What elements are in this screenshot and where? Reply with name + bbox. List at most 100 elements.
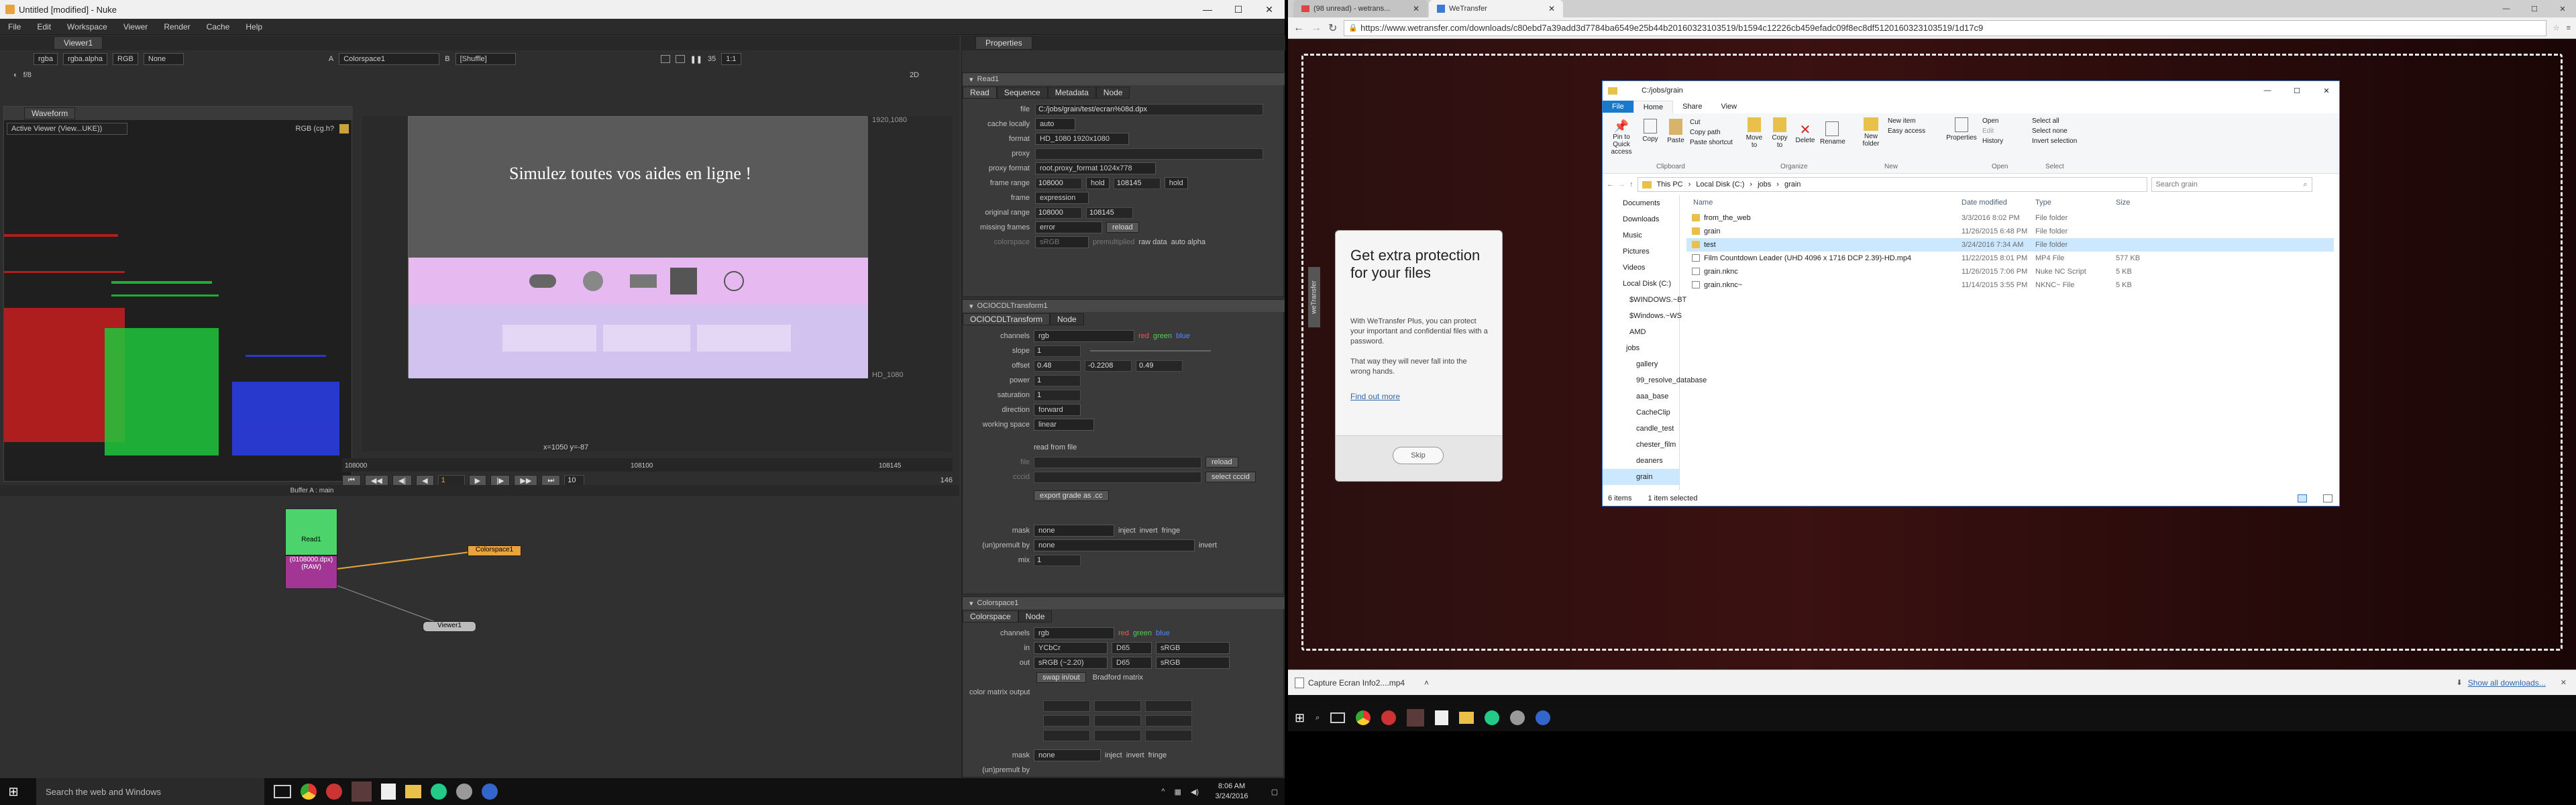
missing-frames-dropdown[interactable]: error bbox=[1035, 221, 1102, 233]
fps-input[interactable]: 10 bbox=[564, 474, 585, 486]
explorer-search[interactable]: Search grain ⌕ bbox=[2151, 177, 2312, 192]
red-checkbox[interactable]: red bbox=[1138, 332, 1149, 340]
slope-input[interactable]: 1 bbox=[1034, 345, 1081, 357]
details-view-icon[interactable] bbox=[2298, 494, 2307, 502]
play-back-button[interactable]: ◀ bbox=[416, 474, 434, 486]
cs-channels-dropdown[interactable]: rgb bbox=[1034, 627, 1114, 639]
direction-dropdown[interactable]: forward bbox=[1034, 404, 1081, 416]
new-folder-button[interactable]: New folder bbox=[1858, 117, 1884, 148]
path-grain[interactable]: grain bbox=[1784, 180, 1801, 189]
mask-dropdown[interactable]: none bbox=[1034, 525, 1114, 537]
nav-pictures[interactable]: Pictures bbox=[1603, 244, 1679, 260]
matrix-cell[interactable] bbox=[1043, 730, 1090, 741]
cs-mask-dropdown[interactable]: none bbox=[1034, 749, 1101, 761]
explorer-taskbar-icon[interactable] bbox=[1459, 712, 1474, 724]
display-channel-dropdown[interactable]: RGB bbox=[113, 53, 138, 65]
wt-side-tab[interactable]: weTransfer bbox=[1308, 267, 1320, 327]
minimize-button[interactable]: — bbox=[1192, 4, 1223, 15]
maximize-button[interactable]: ☐ bbox=[2521, 5, 2548, 13]
tab-read[interactable]: Read bbox=[963, 87, 997, 99]
select-none-button[interactable]: Select none bbox=[2032, 126, 2077, 136]
new-item-button[interactable]: New item bbox=[1888, 116, 1925, 126]
green-checkbox[interactable]: green bbox=[1153, 332, 1172, 340]
tab-close-icon[interactable]: ✕ bbox=[1413, 4, 1419, 13]
chrome-taskbar-icon[interactable] bbox=[301, 784, 317, 800]
cam-app-taskbar-icon[interactable] bbox=[1510, 710, 1525, 725]
cache-dropdown[interactable]: auto bbox=[1035, 118, 1075, 130]
blue-checkbox[interactable]: blue bbox=[1156, 629, 1170, 637]
nuke-taskbar-icon[interactable] bbox=[1407, 709, 1425, 727]
easy-access-button[interactable]: Easy access bbox=[1888, 126, 1925, 136]
skip-button[interactable]: Skip bbox=[1393, 447, 1444, 464]
task-view-icon[interactable] bbox=[1330, 712, 1346, 723]
view-mode[interactable]: 2D bbox=[910, 71, 919, 79]
tab-properties[interactable]: Properties bbox=[975, 36, 1032, 50]
path-local-disk[interactable]: Local Disk (C:) bbox=[1696, 180, 1744, 189]
input-b-dropdown[interactable]: [Shuffle] bbox=[455, 53, 516, 65]
working-space-dropdown[interactable]: linear bbox=[1034, 419, 1094, 431]
orig-end-input[interactable]: 108145 bbox=[1086, 207, 1133, 219]
tab-close-icon[interactable]: ✕ bbox=[1548, 4, 1555, 13]
path-jobs[interactable]: jobs bbox=[1758, 180, 1771, 189]
power-input[interactable]: 1 bbox=[1034, 374, 1081, 386]
nav-candle-test[interactable]: candle_test bbox=[1603, 421, 1679, 437]
delete-button[interactable]: ✕ Delete bbox=[1794, 122, 1816, 145]
invert-checkbox[interactable]: invert bbox=[1140, 527, 1158, 535]
file-input[interactable]: C:/jobs/grain/test/ecran%08d.dpx bbox=[1035, 103, 1263, 115]
open-button[interactable]: Open bbox=[1982, 116, 2003, 126]
alpha-dropdown[interactable]: rgba.alpha bbox=[63, 53, 108, 65]
reload-button[interactable]: reload bbox=[1106, 222, 1139, 233]
back-icon[interactable]: ← bbox=[1293, 22, 1304, 34]
nav-aaa-base[interactable]: aaa_base bbox=[1603, 388, 1679, 405]
export-grade-button[interactable]: export grade as .cc bbox=[1034, 490, 1109, 501]
play-button[interactable]: ▶ bbox=[468, 474, 487, 486]
pin-quick-access[interactable]: 📌 Pin to Quick access bbox=[1607, 119, 1636, 156]
orig-start-input[interactable]: 108000 bbox=[1035, 207, 1082, 219]
search-icon[interactable]: ⌕ bbox=[1316, 714, 1320, 722]
frame-value[interactable]: 35 bbox=[708, 55, 716, 63]
invert-selection-button[interactable]: Invert selection bbox=[2032, 136, 2077, 146]
fringe-checkbox[interactable]: fringe bbox=[1162, 527, 1181, 535]
next-key-button[interactable]: ▶▶ bbox=[514, 474, 538, 486]
format-dropdown[interactable]: HD_1080 1920x1080 bbox=[1035, 133, 1129, 145]
show-all-downloads-link[interactable]: Show all downloads... bbox=[2468, 678, 2546, 688]
roi-icon[interactable] bbox=[660, 55, 670, 63]
notifications-icon[interactable]: ▢ bbox=[1265, 788, 1285, 796]
clip-icon[interactable] bbox=[675, 55, 685, 63]
frame-mode-dropdown[interactable]: expression bbox=[1035, 192, 1089, 204]
inject-checkbox[interactable]: inject bbox=[1118, 527, 1136, 535]
next-frame-button[interactable]: |▶ bbox=[490, 474, 511, 486]
goto-start-button[interactable]: ⏮ bbox=[342, 474, 361, 486]
nav-grain[interactable]: grain bbox=[1603, 469, 1679, 485]
matrix-cell[interactable] bbox=[1043, 700, 1090, 712]
nav-videos[interactable]: Videos bbox=[1603, 260, 1679, 276]
in-whitepoint-dropdown[interactable]: D65 bbox=[1112, 642, 1152, 654]
nav-downloads[interactable]: Downloads bbox=[1603, 211, 1679, 227]
nav-forward-icon[interactable]: → bbox=[1618, 180, 1625, 189]
cam-app-taskbar-icon[interactable] bbox=[456, 784, 472, 800]
ribbon-tab-home[interactable]: Home bbox=[1633, 100, 1674, 113]
menu-render[interactable]: Render bbox=[164, 22, 190, 32]
tab-viewer1[interactable]: Viewer1 bbox=[54, 36, 103, 50]
offset-b-input[interactable]: 0.49 bbox=[1136, 360, 1183, 372]
download-menu-icon[interactable]: ˄ bbox=[1424, 678, 1429, 688]
file-row[interactable]: grain.nknc~ 11/14/2015 3:55 PM NKNC~ File 5… bbox=[1686, 278, 2334, 292]
tab-ocio[interactable]: OCIOCDLTransform bbox=[963, 313, 1051, 325]
ribbon-tab-file[interactable]: File bbox=[1603, 101, 1633, 113]
paste-shortcut-button[interactable]: Paste shortcut bbox=[1690, 138, 1737, 148]
edit-button[interactable]: Edit bbox=[1982, 126, 2003, 136]
reload-cdl-button[interactable]: reload bbox=[1205, 457, 1238, 468]
matrix-cell[interactable] bbox=[1145, 700, 1192, 712]
ocio-name[interactable]: OCIOCDLTransform1 bbox=[977, 302, 1048, 310]
fstop-icon[interactable]: ◐ bbox=[13, 71, 18, 79]
move-to-button[interactable]: Move to bbox=[1743, 117, 1765, 149]
close-download-bar-icon[interactable]: ✕ bbox=[2561, 678, 2567, 687]
timeline[interactable]: 108000 108100 108145 bbox=[342, 458, 953, 472]
tab-metadata[interactable]: Metadata bbox=[1047, 87, 1096, 99]
nav-windows-bt[interactable]: $WINDOWS.~BT bbox=[1603, 292, 1686, 308]
collapse-icon[interactable]: ▾ bbox=[969, 302, 973, 311]
ribbon-tab-share[interactable]: Share bbox=[1673, 101, 1711, 113]
in-primaries-dropdown[interactable]: sRGB bbox=[1156, 642, 1230, 654]
reload-icon[interactable]: ↻ bbox=[1328, 21, 1337, 35]
rename-button[interactable]: Rename bbox=[1820, 121, 1845, 146]
